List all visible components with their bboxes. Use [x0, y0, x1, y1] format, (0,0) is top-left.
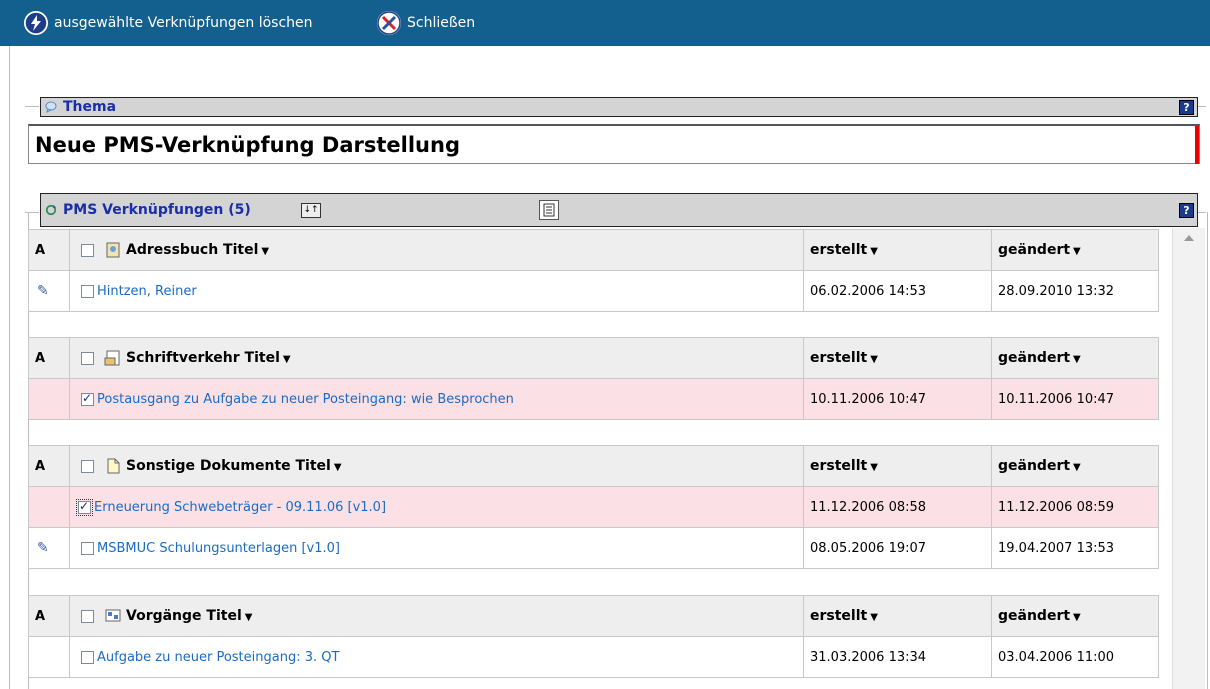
row-link[interactable]: MSBMUC Schulungsunterlagen [v1.0]: [97, 541, 340, 556]
row-link[interactable]: Hintzen, Reiner: [97, 284, 197, 299]
process-icon: [105, 609, 121, 622]
thema-field[interactable]: Neue PMS-Verknüpfung Darstellung: [28, 124, 1200, 164]
scroll-up-arrow[interactable]: [1184, 235, 1194, 241]
group-title[interactable]: Adressbuch Titel: [126, 242, 258, 258]
caret-down-icon[interactable]: ▼: [1073, 462, 1081, 473]
col-changed-header[interactable]: geändert: [998, 242, 1070, 258]
caret-down-icon[interactable]: ▼: [870, 354, 878, 365]
group-table-schriftverkehr: A Schriftverkehr Titel ▼ erstellt ▼ geände…: [28, 337, 1159, 420]
document-icon: [107, 458, 120, 474]
list-view-icon[interactable]: [539, 200, 559, 220]
tools-icon: [377, 11, 401, 35]
row-link[interactable]: Erneuerung Schwebeträger - 09.11.06 [v1.…: [94, 500, 386, 515]
toolbar: ausgewählte Verknüpfungen löschen Schlie…: [0, 0, 1210, 46]
col-created-header[interactable]: erstellt: [810, 242, 867, 258]
row-checkbox[interactable]: [81, 391, 94, 406]
help-icon[interactable]: ?: [1179, 203, 1194, 218]
row-checkbox[interactable]: [76, 498, 93, 516]
caret-down-icon[interactable]: ▼: [870, 612, 878, 623]
delete-links-label: ausgewählte Verknüpfungen löschen: [54, 15, 313, 31]
group-header-row: A Sonstige Dokumente Titel ▼ erstellt ▼ ge…: [28, 445, 1159, 487]
vertical-scrollbar[interactable]: [1172, 228, 1205, 689]
select-all-checkbox[interactable]: [81, 243, 94, 257]
group-header-row: A Adressbuch Titel ▼ erstellt ▼ geändert ▼: [28, 229, 1159, 271]
caret-down-icon[interactable]: ▼: [870, 246, 878, 257]
select-all-checkbox[interactable]: [81, 609, 94, 623]
frame-line: [25, 106, 39, 107]
left-divider: [9, 46, 10, 689]
created-cell: 11.12.2006 08:58: [803, 486, 992, 528]
pms-section-header: PMS Verknüpfungen (5) ↓↑ ?: [40, 193, 1198, 227]
changed-cell: 03.04.2006 11:00: [991, 636, 1159, 678]
frame-line: [25, 212, 39, 213]
row-link[interactable]: Aufgabe zu neuer Posteingang: 3. QT: [97, 650, 339, 665]
created-cell: 10.11.2006 10:47: [803, 378, 992, 420]
created-cell: 06.02.2006 14:53: [803, 270, 992, 312]
group-table-sonstige-dokumente: A Sonstige Dokumente Titel ▼ erstellt ▼ ge…: [28, 445, 1159, 569]
col-created-header[interactable]: erstellt: [810, 350, 867, 366]
link-refresh-icon: [45, 204, 57, 216]
col-created-header[interactable]: erstellt: [810, 608, 867, 624]
col-changed-header[interactable]: geändert: [998, 608, 1070, 624]
paperclip-icon[interactable]: ✎: [28, 527, 70, 569]
caret-down-icon[interactable]: ▼: [1073, 612, 1081, 623]
table-row: ✎ Hintzen, Reiner 06.02.2006 14:53 28.09…: [28, 270, 1159, 312]
close-button[interactable]: Schließen: [377, 10, 475, 36]
col-changed-header[interactable]: geändert: [998, 350, 1070, 366]
created-cell: 08.05.2006 19:07: [803, 527, 992, 569]
group-table-vorgaenge: A Vorgänge Titel ▼ erstellt ▼ geändert ▼ Au…: [28, 595, 1159, 678]
table-row: Erneuerung Schwebeträger - 09.11.06 [v1.…: [28, 486, 1159, 528]
row-checkbox[interactable]: [81, 284, 94, 298]
group-title[interactable]: Schriftverkehr Titel: [126, 350, 280, 366]
col-created-header[interactable]: erstellt: [810, 458, 867, 474]
row-checkbox[interactable]: [81, 541, 94, 555]
thema-section-header: Thema ?: [40, 97, 1198, 117]
changed-cell: 10.11.2006 10:47: [991, 378, 1159, 420]
sort-icon[interactable]: ↓↑: [301, 203, 321, 218]
caret-down-icon[interactable]: ▼: [1073, 354, 1081, 365]
created-cell: 31.03.2006 13:34: [803, 636, 992, 678]
changed-cell: 11.12.2006 08:59: [991, 486, 1159, 528]
column-a-header: A: [28, 229, 70, 271]
required-marker: [1195, 126, 1199, 164]
group-table-adressbuch: A Adressbuch Titel ▼ erstellt ▼ geändert ▼ …: [28, 229, 1159, 312]
caret-down-icon[interactable]: ▼: [261, 246, 269, 257]
paperclip-icon[interactable]: ✎: [28, 270, 70, 312]
select-all-checkbox[interactable]: [81, 351, 94, 365]
table-row: Aufgabe zu neuer Posteingang: 3. QT 31.0…: [28, 636, 1159, 678]
column-a-header: A: [28, 337, 70, 379]
group-header-row: A Schriftverkehr Titel ▼ erstellt ▼ geände…: [28, 337, 1159, 379]
frame-line: [1198, 106, 1206, 107]
caret-down-icon[interactable]: ▼: [334, 462, 342, 473]
caret-down-icon[interactable]: ▼: [870, 462, 878, 473]
frame-line: [1198, 212, 1206, 213]
thema-section-title: Thema: [63, 99, 117, 115]
group-title[interactable]: Vorgänge Titel: [126, 608, 242, 624]
delete-links-button[interactable]: ausgewählte Verknüpfungen löschen: [24, 10, 313, 36]
table-row: Postausgang zu Aufgabe zu neuer Posteing…: [28, 378, 1159, 420]
row-link[interactable]: Postausgang zu Aufgabe zu neuer Posteing…: [97, 392, 514, 407]
column-a-header: A: [28, 595, 70, 637]
caret-down-icon[interactable]: ▼: [1073, 246, 1081, 257]
thema-value: Neue PMS-Verknüpfung Darstellung: [35, 133, 460, 157]
address-book-icon: [106, 242, 120, 258]
speech-bubble-icon: [45, 101, 57, 113]
pms-section-title: PMS Verknüpfungen (5): [63, 202, 251, 218]
caret-down-icon[interactable]: ▼: [245, 612, 253, 623]
row-checkbox[interactable]: [81, 650, 94, 664]
select-all-checkbox[interactable]: [81, 459, 94, 473]
group-title[interactable]: Sonstige Dokumente Titel: [126, 458, 331, 474]
caret-down-icon[interactable]: ▼: [283, 354, 291, 365]
help-icon[interactable]: ?: [1179, 100, 1194, 115]
table-row: ✎ MSBMUC Schulungsunterlagen [v1.0] 08.0…: [28, 527, 1159, 569]
column-a-header: A: [28, 445, 70, 487]
group-header-row: A Vorgänge Titel ▼ erstellt ▼ geändert ▼: [28, 595, 1159, 637]
changed-cell: 28.09.2010 13:32: [991, 270, 1159, 312]
changed-cell: 19.04.2007 13:53: [991, 527, 1159, 569]
close-label: Schließen: [407, 15, 476, 31]
letter-icon: [104, 350, 120, 366]
col-changed-header[interactable]: geändert: [998, 458, 1070, 474]
lightning-icon: [24, 11, 48, 35]
